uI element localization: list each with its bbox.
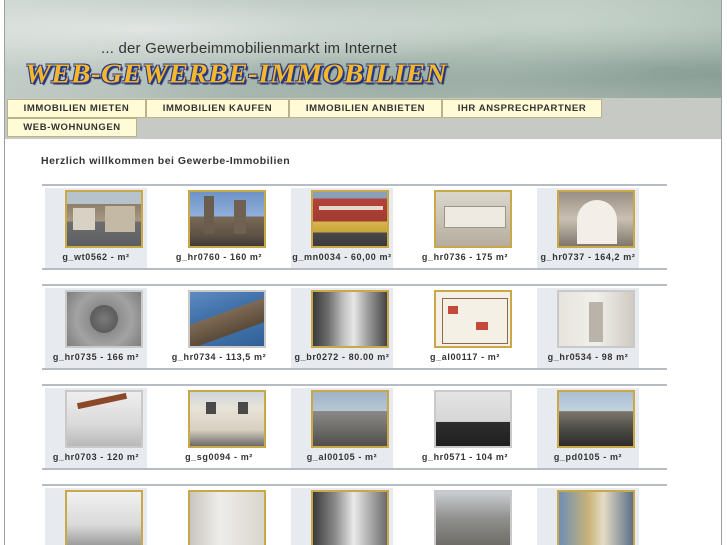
listing-card: g_hr0737 - 164,2 m² — [537, 188, 639, 268]
listing-card: g_hr0760 - 160 m² — [168, 188, 270, 268]
listing-card: g_sg0094 - m² — [168, 388, 270, 468]
listing-thumbnail[interactable] — [434, 490, 512, 545]
listing-caption[interactable]: g_hr0571 - 104 m² — [402, 452, 528, 462]
listing-caption[interactable]: g_hr0734 - 113,5 m² — [156, 352, 282, 362]
main-content: Herzlich willkommen bei Gewerbe-Immobili… — [5, 139, 721, 545]
listing-thumbnail[interactable] — [434, 290, 512, 348]
listing-caption[interactable]: g_hr0735 - 166 m² — [33, 352, 159, 362]
site-header: ... der Gewerbeimmobilienmarkt im Intern… — [5, 0, 721, 98]
listing-card — [291, 488, 393, 545]
listing-thumbnail[interactable] — [311, 290, 389, 348]
listing-card: g_mn0034 - 60,00 m² — [291, 188, 393, 268]
listing-card: g_al00105 - m² — [291, 388, 393, 468]
listing-thumbnail[interactable] — [311, 490, 389, 545]
listing-thumbnail[interactable] — [557, 390, 635, 448]
listing-thumbnail[interactable] — [65, 290, 143, 348]
listing-card: g_wt0562 - m² — [45, 188, 147, 268]
nav-tab-immobilien-anbieten[interactable]: IMMOBILIEN ANBIETEN — [289, 99, 442, 118]
site-logo[interactable]: WEB-GEWERBE-IMMOBILIEN — [25, 59, 447, 90]
listing-thumbnail[interactable] — [188, 390, 266, 448]
listing-row: g_hr0735 - 166 m² g_hr0734 - 113,5 m² g_… — [42, 284, 667, 370]
listing-thumbnail[interactable] — [311, 390, 389, 448]
nav-tab-web-wohnungen[interactable]: WEB-WOHNUNGEN — [7, 118, 137, 137]
listing-caption[interactable]: g_pd0105 - m² — [525, 452, 651, 462]
listing-row — [42, 484, 667, 545]
nav-tab-immobilien-mieten[interactable]: IMMOBILIEN MIETEN — [7, 99, 146, 118]
listing-caption[interactable]: g_sg0094 - m² — [156, 452, 282, 462]
listing-card: g_hr0571 - 104 m² — [414, 388, 516, 468]
listing-caption[interactable]: g_wt0562 - m² — [33, 252, 159, 262]
nav-tab-ihr-ansprechpartner[interactable]: IHR ANSPRECHPARTNER — [442, 99, 602, 118]
listing-thumbnail[interactable] — [557, 490, 635, 545]
listing-row: g_hr0703 - 120 m² g_sg0094 - m² g_al0010… — [42, 384, 667, 470]
listing-card: g_br0272 - 80.00 m² — [291, 288, 393, 368]
listing-thumbnail[interactable] — [65, 490, 143, 545]
listing-card: g_pd0105 - m² — [537, 388, 639, 468]
listing-caption[interactable]: g_hr0737 - 164,2 m² — [525, 252, 651, 262]
listing-caption[interactable]: g_br0272 - 80.00 m² — [279, 352, 405, 362]
listing-caption[interactable]: g_hr0760 - 160 m² — [156, 252, 282, 262]
listing-card: g_hr0534 - 98 m² — [537, 288, 639, 368]
listing-card — [45, 488, 147, 545]
site-frame: ... der Gewerbeimmobilienmarkt im Intern… — [4, 0, 722, 545]
listing-caption[interactable]: g_mn0034 - 60,00 m² — [279, 252, 405, 262]
listing-caption[interactable]: g_al00117 - m² — [402, 352, 528, 362]
listing-thumbnail[interactable] — [434, 190, 512, 248]
listing-thumbnail[interactable] — [188, 290, 266, 348]
listing-caption[interactable]: g_hr0736 - 175 m² — [402, 252, 528, 262]
listing-thumbnail[interactable] — [188, 190, 266, 248]
listing-thumbnail[interactable] — [311, 190, 389, 248]
listing-thumbnail[interactable] — [557, 190, 635, 248]
tagline: ... der Gewerbeimmobilienmarkt im Intern… — [101, 40, 397, 57]
listing-thumbnail[interactable] — [188, 490, 266, 545]
listing-row: g_wt0562 - m² g_hr0760 - 160 m² g_mn0034… — [42, 184, 667, 270]
listing-card: g_hr0735 - 166 m² — [45, 288, 147, 368]
listing-card — [537, 488, 639, 545]
listing-card: g_hr0736 - 175 m² — [414, 188, 516, 268]
listing-card: g_hr0734 - 113,5 m² — [168, 288, 270, 368]
listing-card: g_hr0703 - 120 m² — [45, 388, 147, 468]
listing-card — [414, 488, 516, 545]
listing-caption[interactable]: g_al00105 - m² — [279, 452, 405, 462]
main-navigation: IMMOBILIEN MIETEN IMMOBILIEN KAUFEN IMMO… — [5, 98, 721, 139]
listing-thumbnail[interactable] — [557, 290, 635, 348]
listing-card: g_al00117 - m² — [414, 288, 516, 368]
listing-thumbnail[interactable] — [434, 390, 512, 448]
listing-caption[interactable]: g_hr0703 - 120 m² — [33, 452, 159, 462]
listing-thumbnail[interactable] — [65, 190, 143, 248]
welcome-heading: Herzlich willkommen bei Gewerbe-Immobili… — [41, 155, 291, 167]
page: ... der Gewerbeimmobilienmarkt im Intern… — [0, 0, 727, 545]
listing-caption[interactable]: g_hr0534 - 98 m² — [525, 352, 651, 362]
nav-tab-immobilien-kaufen[interactable]: IMMOBILIEN KAUFEN — [146, 99, 289, 118]
listing-thumbnail[interactable] — [65, 390, 143, 448]
listing-card — [168, 488, 270, 545]
